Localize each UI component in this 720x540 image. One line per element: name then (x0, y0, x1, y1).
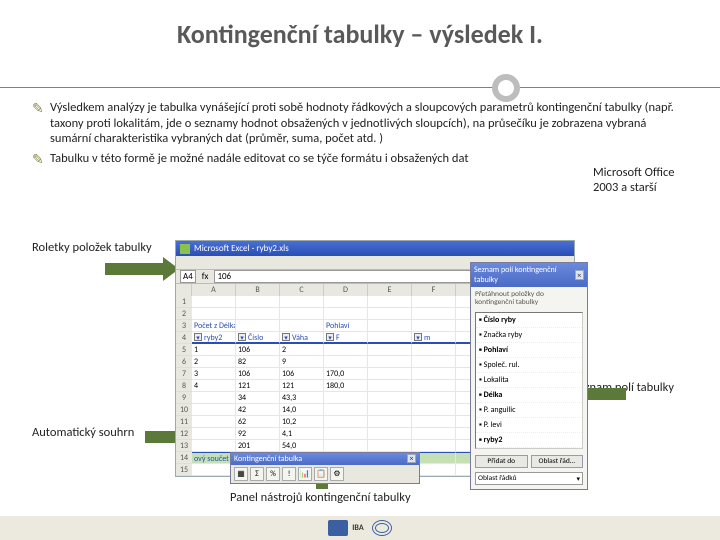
bullet-list: ✎ Výsledkem analýzy je tabulka vynášejíc… (32, 100, 688, 168)
circle-accent-icon (492, 74, 520, 102)
fieldpane-titlebar: Seznam polí kontingenční tabulky × (471, 263, 587, 287)
toolbar-icon[interactable]: ▦ (234, 467, 248, 481)
fieldpane-hint: Přetáhnout položky do kontingenční tabul… (471, 287, 587, 310)
pivot-toolbar-title: Kontingenční tabulka (234, 454, 302, 464)
bullet-icon: ✎ (32, 151, 50, 169)
field-item[interactable]: ▪ Lokalita (476, 373, 582, 388)
add-to-button[interactable]: Přidat do (475, 455, 528, 468)
toolbar-icon[interactable]: ⚙ (330, 467, 344, 481)
mu-logo-icon (372, 520, 392, 536)
footer: IBA (0, 516, 720, 540)
fx-icon: fx (202, 271, 209, 282)
callout-panel: Panel nástrojů kontingenční tabulky (230, 490, 411, 505)
field-item[interactable]: ▪ Číslo ryby (476, 313, 582, 328)
toolbar-icon[interactable]: ! (282, 467, 296, 481)
bullet-text: Výsledkem analýzy je tabulka vynášející … (50, 100, 688, 147)
field-item[interactable]: ▪ Společ. rul. (476, 358, 582, 373)
side-note: Microsoft Office 2003 a starší (593, 165, 688, 195)
name-box[interactable]: A4 (180, 270, 196, 283)
iba-logo-icon (328, 520, 348, 536)
excel-row-headers[interactable]: 123456789101112131415 (176, 296, 192, 476)
excel-titlebar: Microsoft Excel - ryby2.xls (176, 241, 574, 256)
area-dropdown[interactable]: Oblast řádků▾ (475, 472, 583, 485)
fieldpane-title: Seznam polí kontingenční tabulky (474, 265, 575, 285)
chevron-down-icon: ▾ (576, 474, 580, 483)
slide-title: Kontingenční tabulky – výsledek I. (32, 18, 688, 50)
fieldpane-list[interactable]: ▪ Číslo ryby▪ Značka ryby▪ Pohlaví▪ Spol… (475, 312, 583, 449)
callout-souhrn: Automatický souhrn (32, 425, 134, 440)
field-item[interactable]: ▪ P. anguilic (476, 403, 582, 418)
pivot-toolbar-titlebar: Kontingenční tabulka × (231, 453, 419, 465)
excel-window-title: Microsoft Excel - ryby2.xls (194, 243, 289, 254)
field-item[interactable]: ▪ P. levi (476, 418, 582, 433)
bullet-icon: ✎ (32, 100, 50, 147)
field-item[interactable]: ▪ Značka ryby (476, 328, 582, 343)
pivot-table-toolbar[interactable]: Kontingenční tabulka × ▦ Σ % ! 📊 📋 ⚙ (230, 452, 420, 484)
title-divider (0, 56, 720, 96)
toolbar-icon[interactable]: 📊 (298, 467, 312, 481)
close-icon[interactable]: × (575, 270, 584, 280)
toolbar-icon[interactable]: % (266, 467, 280, 481)
close-icon[interactable]: × (407, 454, 416, 463)
excel-app-icon (180, 244, 190, 254)
toolbar-icon[interactable]: 📋 (314, 467, 328, 481)
field-item[interactable]: ▪ Pohlaví (476, 343, 582, 358)
toolbar-icon[interactable]: Σ (250, 467, 264, 481)
area-button[interactable]: Oblast řád… (531, 455, 584, 468)
iba-text: IBA (352, 523, 363, 533)
callout-roletky: Roletky položek tabulky (32, 240, 152, 255)
field-item[interactable]: ▪ ryby2 (476, 433, 582, 448)
pivot-field-list-pane[interactable]: Seznam polí kontingenční tabulky × Přetá… (470, 262, 588, 490)
field-item[interactable]: ▪ Délka (476, 388, 582, 403)
